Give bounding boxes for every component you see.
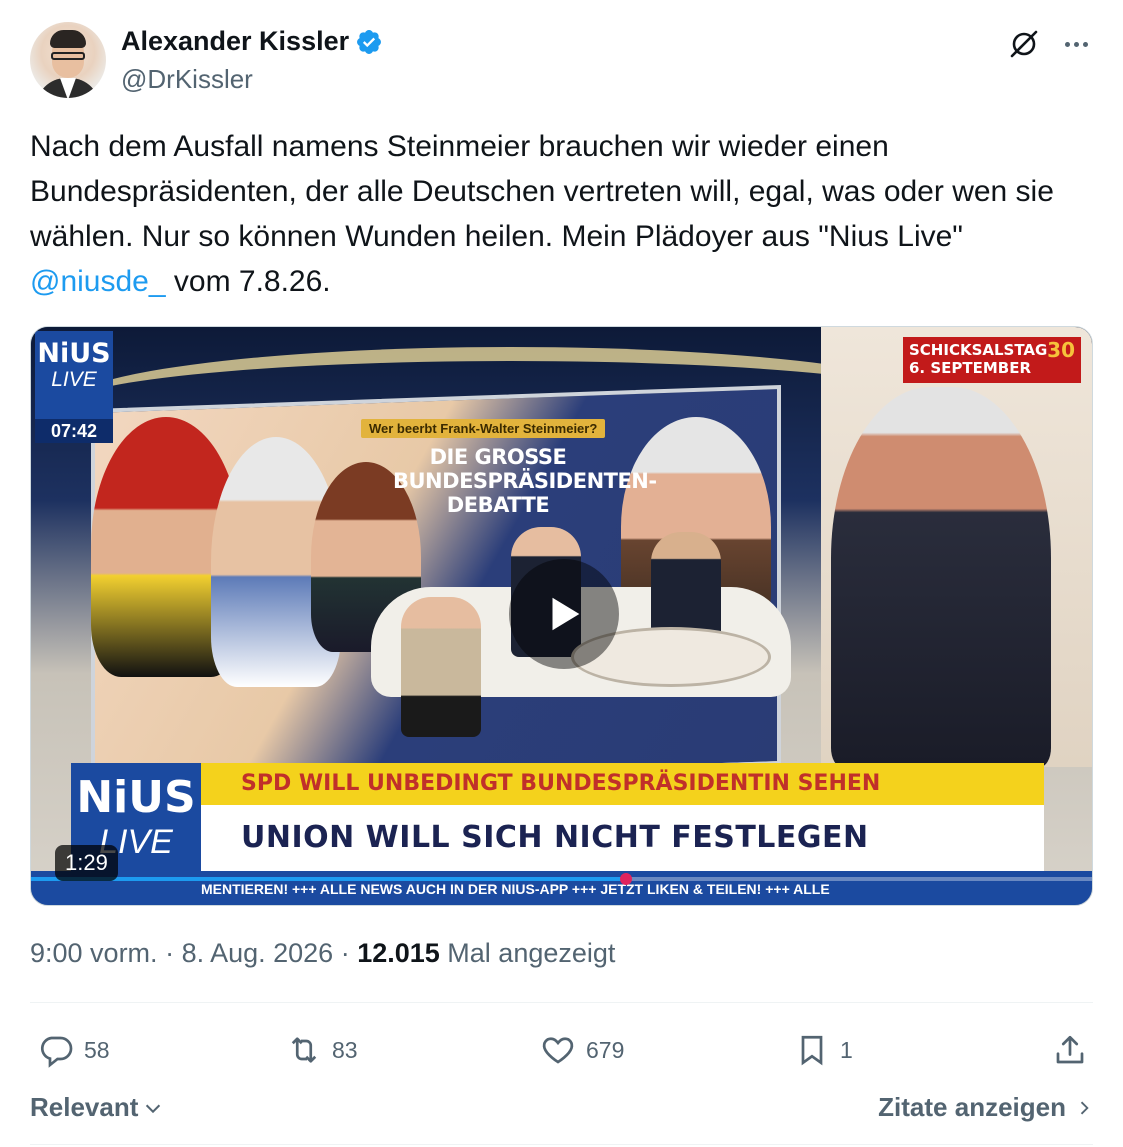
author-name[interactable]: Alexander Kissler — [121, 26, 349, 57]
video-progress-fill — [31, 877, 627, 881]
tweet-time[interactable]: 9:00 vorm. — [30, 938, 158, 968]
logo-bottom-line1: NiUS — [76, 772, 196, 823]
share-button[interactable] — [1052, 1024, 1088, 1076]
bookmark-icon — [801, 1035, 823, 1066]
tweet-text-body: Nach dem Ausfall namens Steinmeier brauc… — [30, 130, 1054, 253]
nius-logo-top: NiUS LIVE 07:42 — [35, 331, 113, 443]
repost-icon — [291, 1037, 317, 1063]
divider — [30, 1002, 1093, 1003]
video-duration: 1:29 — [55, 845, 118, 881]
view-quotes-link[interactable]: Zitate anzeigen — [878, 1092, 1094, 1123]
tweet-text-end: vom 7.8.26. — [165, 265, 331, 298]
divider — [30, 1144, 1093, 1145]
avatar-hair — [50, 30, 86, 48]
logo-top-line2: LIVE — [51, 368, 97, 391]
replies-footer: Relevant Zitate anzeigen — [30, 1088, 1094, 1128]
sort-dropdown[interactable]: Relevant — [30, 1092, 164, 1123]
chevron-down-icon — [146, 1104, 161, 1113]
play-button[interactable] — [509, 559, 619, 669]
logo-top-line1: NiUS — [37, 338, 111, 369]
tweet-meta: 9:00 vorm. · 8. Aug. 2026 · 12.015 Mal a… — [30, 938, 615, 969]
meta-separator: · — [333, 938, 358, 968]
person-image — [401, 597, 481, 737]
author-name-row[interactable]: Alexander Kissler — [121, 26, 383, 57]
grok-icon[interactable] — [1006, 26, 1042, 62]
video-player[interactable]: Wer beerbt Frank-Walter Steinmeier? DIE … — [30, 326, 1093, 906]
debate-title: DIE GROSSE BUNDESPRÄSIDENTEN-DEBATTE — [393, 445, 657, 517]
dot-icon — [1064, 41, 1070, 47]
views-count: 12.015 — [357, 938, 440, 968]
tweet-header: Alexander Kissler @DrKissler — [30, 22, 1094, 102]
chevron-right-icon — [1080, 1101, 1089, 1114]
like-button[interactable]: 679 — [540, 1024, 624, 1076]
video-progress-bar[interactable] — [31, 873, 1092, 885]
broadcast-clock: 07:42 — [35, 419, 113, 443]
headline-banner-main: UNION WILL SICH NICHT FESTLEGEN — [201, 805, 1044, 871]
like-count: 679 — [586, 1036, 625, 1063]
bookmark-count: 1 — [840, 1036, 853, 1063]
tweet-text: Nach dem Ausfall namens Steinmeier brauc… — [30, 124, 1094, 304]
more-options-icon[interactable] — [1058, 26, 1094, 62]
bookmark-button[interactable]: 1 — [794, 1024, 853, 1076]
avatar[interactable] — [30, 22, 106, 98]
quotes-label: Zitate anzeigen — [878, 1092, 1066, 1122]
author-handle[interactable]: @DrKissler — [121, 64, 253, 95]
reply-button[interactable]: 58 — [38, 1024, 110, 1076]
person-image — [831, 387, 1051, 767]
countdown-badge: SCHICKSALSTAG 6. SEPTEMBER 30 — [903, 337, 1081, 383]
play-icon — [552, 597, 580, 631]
repost-button[interactable]: 83 — [286, 1024, 358, 1076]
share-icon — [1056, 1035, 1084, 1064]
mention-link[interactable]: @niusde_ — [30, 265, 166, 298]
headline-banner-top: SPD WILL UNBEDINGT BUNDESPRÄSIDENTIN SEH… — [201, 763, 1044, 805]
debate-kicker: Wer beerbt Frank-Walter Steinmeier? — [361, 419, 606, 438]
sort-label: Relevant — [30, 1092, 139, 1122]
reply-count: 58 — [84, 1036, 110, 1063]
dot-icon — [1073, 41, 1079, 47]
repost-count: 83 — [332, 1036, 358, 1063]
verified-badge-icon[interactable] — [355, 28, 383, 56]
avatar-glasses — [51, 52, 85, 60]
countdown-days: 30 — [1047, 338, 1075, 362]
dot-icon — [1082, 41, 1088, 47]
tweet-actions: 58 83 679 1 — [30, 1024, 1094, 1076]
meta-separator: · — [157, 938, 182, 968]
heart-icon — [542, 1037, 574, 1064]
tweet-date[interactable]: 8. Aug. 2026 — [182, 938, 334, 968]
views-label: Mal angezeigt — [439, 938, 616, 968]
reply-icon — [40, 1036, 73, 1068]
